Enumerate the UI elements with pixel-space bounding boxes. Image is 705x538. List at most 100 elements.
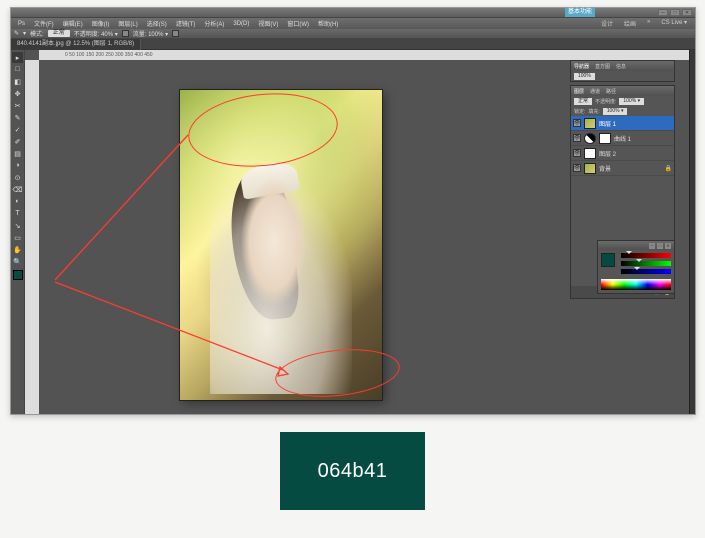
slider-g[interactable] <box>621 261 671 266</box>
maximize-button[interactable]: □ <box>670 9 680 16</box>
tab-navigator[interactable]: 导航器 <box>574 63 589 70</box>
photo-figure <box>210 177 351 394</box>
layer-row[interactable]: 👁 图层 1 <box>571 116 674 131</box>
opacity-control[interactable]: 不透明度: 40% ▾ <box>74 29 118 38</box>
layer-row[interactable]: 👁 图层 2 <box>571 146 674 161</box>
layer-mask-thumb <box>599 133 611 144</box>
pressure-opacity-icon[interactable] <box>122 30 129 37</box>
visibility-toggle[interactable]: 👁 <box>573 149 581 157</box>
layer-name: 图层 1 <box>599 119 616 128</box>
foreground-color[interactable] <box>13 270 23 280</box>
menu-image[interactable]: 图像(I) <box>88 19 114 28</box>
menu-view[interactable]: 视图(V) <box>254 19 282 28</box>
color-panel: ─ □ ✕ <box>597 240 675 294</box>
panel-max-button[interactable]: □ <box>657 243 663 249</box>
menu-edit[interactable]: 编辑(E) <box>59 19 87 28</box>
menu-file[interactable]: 文件(F) <box>30 19 58 28</box>
close-button[interactable]: ✕ <box>682 9 692 16</box>
layer-thumb <box>584 133 596 144</box>
shape-tool[interactable]: ▭ <box>12 232 23 243</box>
visibility-toggle[interactable]: 👁 <box>573 164 581 172</box>
layer-row[interactable]: 👁 曲线 1 <box>571 131 674 146</box>
workspace-badge[interactable]: 基本功能 <box>565 8 595 17</box>
ws-paint[interactable]: 绘画 <box>620 19 640 28</box>
tab-paths[interactable]: 路径 <box>606 88 616 95</box>
ws-design[interactable]: 设计 <box>597 19 617 28</box>
document-canvas[interactable] <box>180 90 382 400</box>
ruler-horizontal: 0 50 100 150 200 250 300 350 400 450 <box>39 50 689 60</box>
menu-3d[interactable]: 3D(D) <box>229 21 253 27</box>
fill-label: 填充: <box>588 108 599 115</box>
visibility-toggle[interactable]: 👁 <box>573 134 581 142</box>
zoom-tool[interactable]: 🔍 <box>12 256 23 267</box>
slider-b[interactable] <box>621 269 671 274</box>
ws-more[interactable]: » <box>643 19 654 28</box>
hand-tool[interactable]: ✋ <box>12 244 23 255</box>
document-tabs: 840.4141副本.jpg @ 12.5% (图层 1, RGB/8) <box>11 39 695 50</box>
tab-layers[interactable]: 图层 <box>574 88 584 95</box>
right-dock <box>689 50 695 414</box>
menu-filter[interactable]: 滤镜(T) <box>172 19 200 28</box>
brush-tool[interactable]: ✐ <box>12 136 23 147</box>
workspace-switcher: 设计 绘画 » CS Live ▾ <box>597 19 691 28</box>
minimize-button[interactable]: ─ <box>658 9 668 16</box>
hex-swatch-card: 064b41 <box>280 432 425 510</box>
color-spectrum[interactable] <box>601 279 671 290</box>
hex-value: 064b41 <box>318 460 388 483</box>
tab-histogram[interactable]: 直方图 <box>595 63 610 70</box>
stamp-tool[interactable]: ▤ <box>12 148 23 159</box>
blur-tool[interactable]: ◐ <box>12 196 23 207</box>
layer-row[interactable]: 👁 背景 🔒 <box>571 161 674 176</box>
color-swatch[interactable] <box>601 253 615 267</box>
options-bar: ✎ ▾ 模式: 正常 不透明度: 40% ▾ 流量: 100% ▾ <box>11 29 695 39</box>
layer-thumb <box>584 163 596 174</box>
lasso-tool[interactable]: ◧ <box>12 76 23 87</box>
move-tool[interactable]: ▸ <box>12 52 23 63</box>
app-icon: Ps <box>14 21 29 27</box>
layer-fill[interactable]: 100% ▾ <box>603 108 628 115</box>
cs-live[interactable]: CS Live ▾ <box>657 19 691 28</box>
mode-select[interactable]: 正常 <box>48 30 70 37</box>
visibility-toggle[interactable]: 👁 <box>573 119 581 127</box>
tab-info[interactable]: 信息 <box>616 63 626 70</box>
layer-thumb <box>584 148 596 159</box>
brush-preset[interactable]: ▾ <box>23 30 26 37</box>
active-tool-icon: ✎ <box>14 30 19 37</box>
eyedropper-tool[interactable]: ✎ <box>12 112 23 123</box>
menu-layer[interactable]: 图层(L) <box>114 19 141 28</box>
tab-channels[interactable]: 通道 <box>590 88 600 95</box>
wand-tool[interactable]: ✥ <box>12 88 23 99</box>
airbrush-icon[interactable] <box>172 30 179 37</box>
blend-mode[interactable]: 正常 <box>574 98 592 105</box>
lock-icon: 🔒 <box>665 165 672 172</box>
eraser-tool[interactable]: ⊙ <box>12 172 23 183</box>
crop-tool[interactable]: ✂ <box>12 100 23 111</box>
menu-analysis[interactable]: 分析(A) <box>200 19 228 28</box>
panels: 导航器 直方图 信息 100% 图层 通道 路径 正常 不透明度: 100% ▾… <box>570 60 675 302</box>
marquee-tool[interactable]: □ <box>12 64 23 75</box>
menu-window[interactable]: 窗口(W) <box>283 19 313 28</box>
slider-r[interactable] <box>621 253 671 258</box>
panel-close-button[interactable]: ✕ <box>665 243 671 249</box>
lock-label: 锁定: <box>574 108 585 115</box>
layer-name: 背景 <box>599 164 611 173</box>
window-controls: ─ □ ✕ <box>658 9 692 16</box>
nav-zoom[interactable]: 100% <box>574 73 595 80</box>
heal-tool[interactable]: ✓ <box>12 124 23 135</box>
layer-name: 曲线 1 <box>614 134 631 143</box>
gradient-tool[interactable]: ⌫ <box>12 184 23 195</box>
ruler-vertical <box>25 60 39 414</box>
type-tool[interactable]: T <box>12 208 23 219</box>
menubar: Ps 文件(F) 编辑(E) 图像(I) 图层(L) 选择(S) 滤镜(T) 分… <box>11 18 695 29</box>
menu-select[interactable]: 选择(S) <box>143 19 171 28</box>
panel-min-button[interactable]: ─ <box>649 243 655 249</box>
history-brush-tool[interactable]: ◑ <box>12 160 23 171</box>
layer-thumb <box>584 118 596 129</box>
pen-tool[interactable]: ↘ <box>12 220 23 231</box>
navigator-panel: 导航器 直方图 信息 100% <box>570 60 675 82</box>
menu-help[interactable]: 帮助(H) <box>314 19 342 28</box>
flow-control[interactable]: 流量: 100% ▾ <box>133 29 168 38</box>
document-tab[interactable]: 840.4141副本.jpg @ 12.5% (图层 1, RGB/8) <box>11 39 141 50</box>
mode-label: 模式: <box>30 29 44 38</box>
layer-opacity[interactable]: 100% ▾ <box>619 98 644 105</box>
